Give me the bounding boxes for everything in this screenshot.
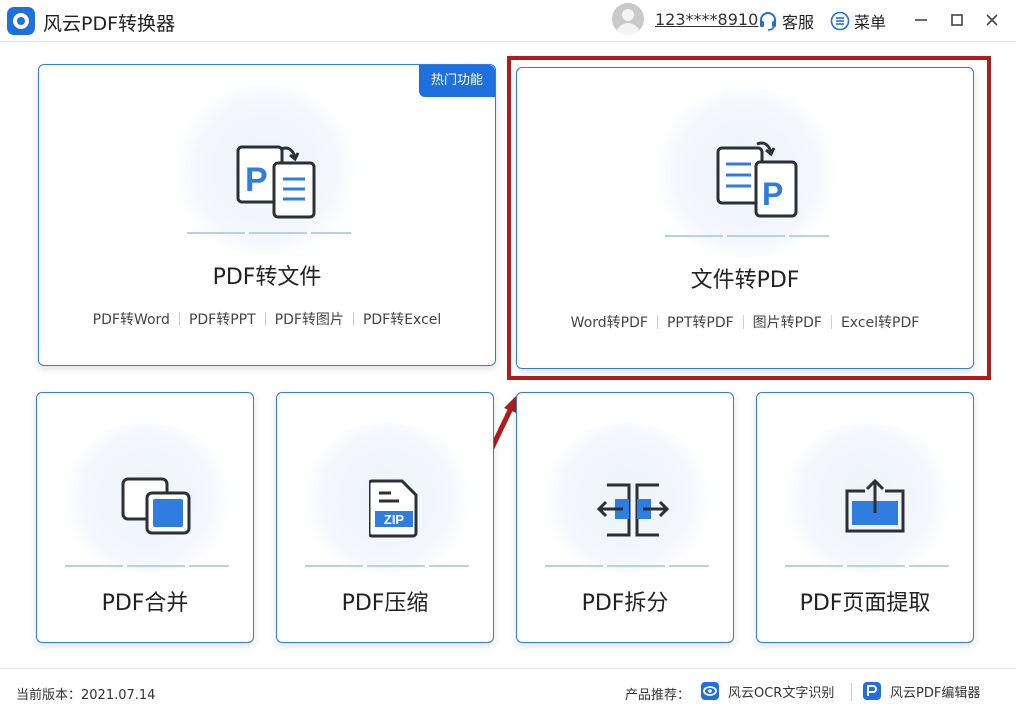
recommend-label: 产品推荐： [625,688,691,703]
version-label: 当前版本： [16,688,82,703]
version-value: 2021.07.14 [81,688,156,703]
version-info: 当前版本：2021.07.14 [16,684,155,703]
card-title: PDF合并 [101,591,189,616]
minimize-icon [915,19,927,21]
card-title: PDF拆分 [581,591,669,616]
card-title: PDF页面提取 [799,591,931,616]
hot-feature-badge: 热门功能 [419,65,495,97]
pdf-page-extract-card[interactable]: PDF页面提取 [756,392,974,643]
minimize-button[interactable] [909,8,933,32]
close-button[interactable] [980,8,1004,32]
customer-service-label: 客服 [782,13,815,32]
zip-file-icon: ZIP [369,479,418,538]
pdf-split-card[interactable]: PDF拆分 [516,392,734,643]
link-pdf-to-ppt[interactable]: PDF转PPT [189,309,256,329]
link-pdf-to-word[interactable]: PDF转Word [93,309,170,329]
link-pdf-to-image[interactable]: PDF转图片 [275,309,344,329]
app-title: 风云PDF转换器 [43,13,176,35]
pdf-to-file-icon: P [236,145,316,219]
user-account-link[interactable]: 123****8910 [655,10,758,29]
app-logo-icon [7,7,35,35]
menu-button[interactable]: 菜单 [830,9,886,33]
pdf-compress-card[interactable]: ZIP PDF压缩 [276,392,494,643]
link-pdf-to-excel[interactable]: PDF转Excel [363,309,441,329]
ocr-icon [701,682,719,700]
title-bar: 风云PDF转换器 123****8910 客服 菜单 [0,0,1016,42]
pdf-to-file-links: PDF转Word PDF转PPT PDF转图片 PDF转Excel [39,309,495,329]
product-ocr-label: 风云OCR文字识别 [728,685,835,701]
menu-icon [830,11,850,31]
customer-service-button[interactable]: 客服 [758,9,814,33]
product-ocr-link[interactable]: 风云OCR文字识别 [700,681,834,701]
pdf-to-file-card[interactable]: 热门功能 P PDF转文件 PDF转Word PDF转PPT PDF转图片 PD… [38,64,496,366]
product-editor-link[interactable]: 风云PDF编辑器 [862,681,980,701]
extract-icon [845,478,905,533]
zip-label: ZIP [384,512,405,527]
pdf-editor-icon [863,682,881,700]
product-editor-label: 风云PDF编辑器 [890,685,981,701]
footer: 当前版本：2021.07.14 产品推荐： 风云OCR文字识别 风云PDF编辑器 [0,668,1016,710]
headset-icon [760,12,776,31]
pdf-merge-card[interactable]: PDF合并 [36,392,254,643]
maximize-button[interactable] [945,8,969,32]
svg-text:P: P [245,161,268,199]
menu-label: 菜单 [854,13,887,32]
merge-icon [121,477,191,535]
highlight-box [507,56,991,380]
card-title: PDF压缩 [341,591,429,616]
card-title: PDF转文件 [212,265,322,290]
avatar[interactable] [612,3,644,35]
split-icon [597,483,669,537]
maximize-icon [951,14,963,26]
close-icon [986,14,998,26]
